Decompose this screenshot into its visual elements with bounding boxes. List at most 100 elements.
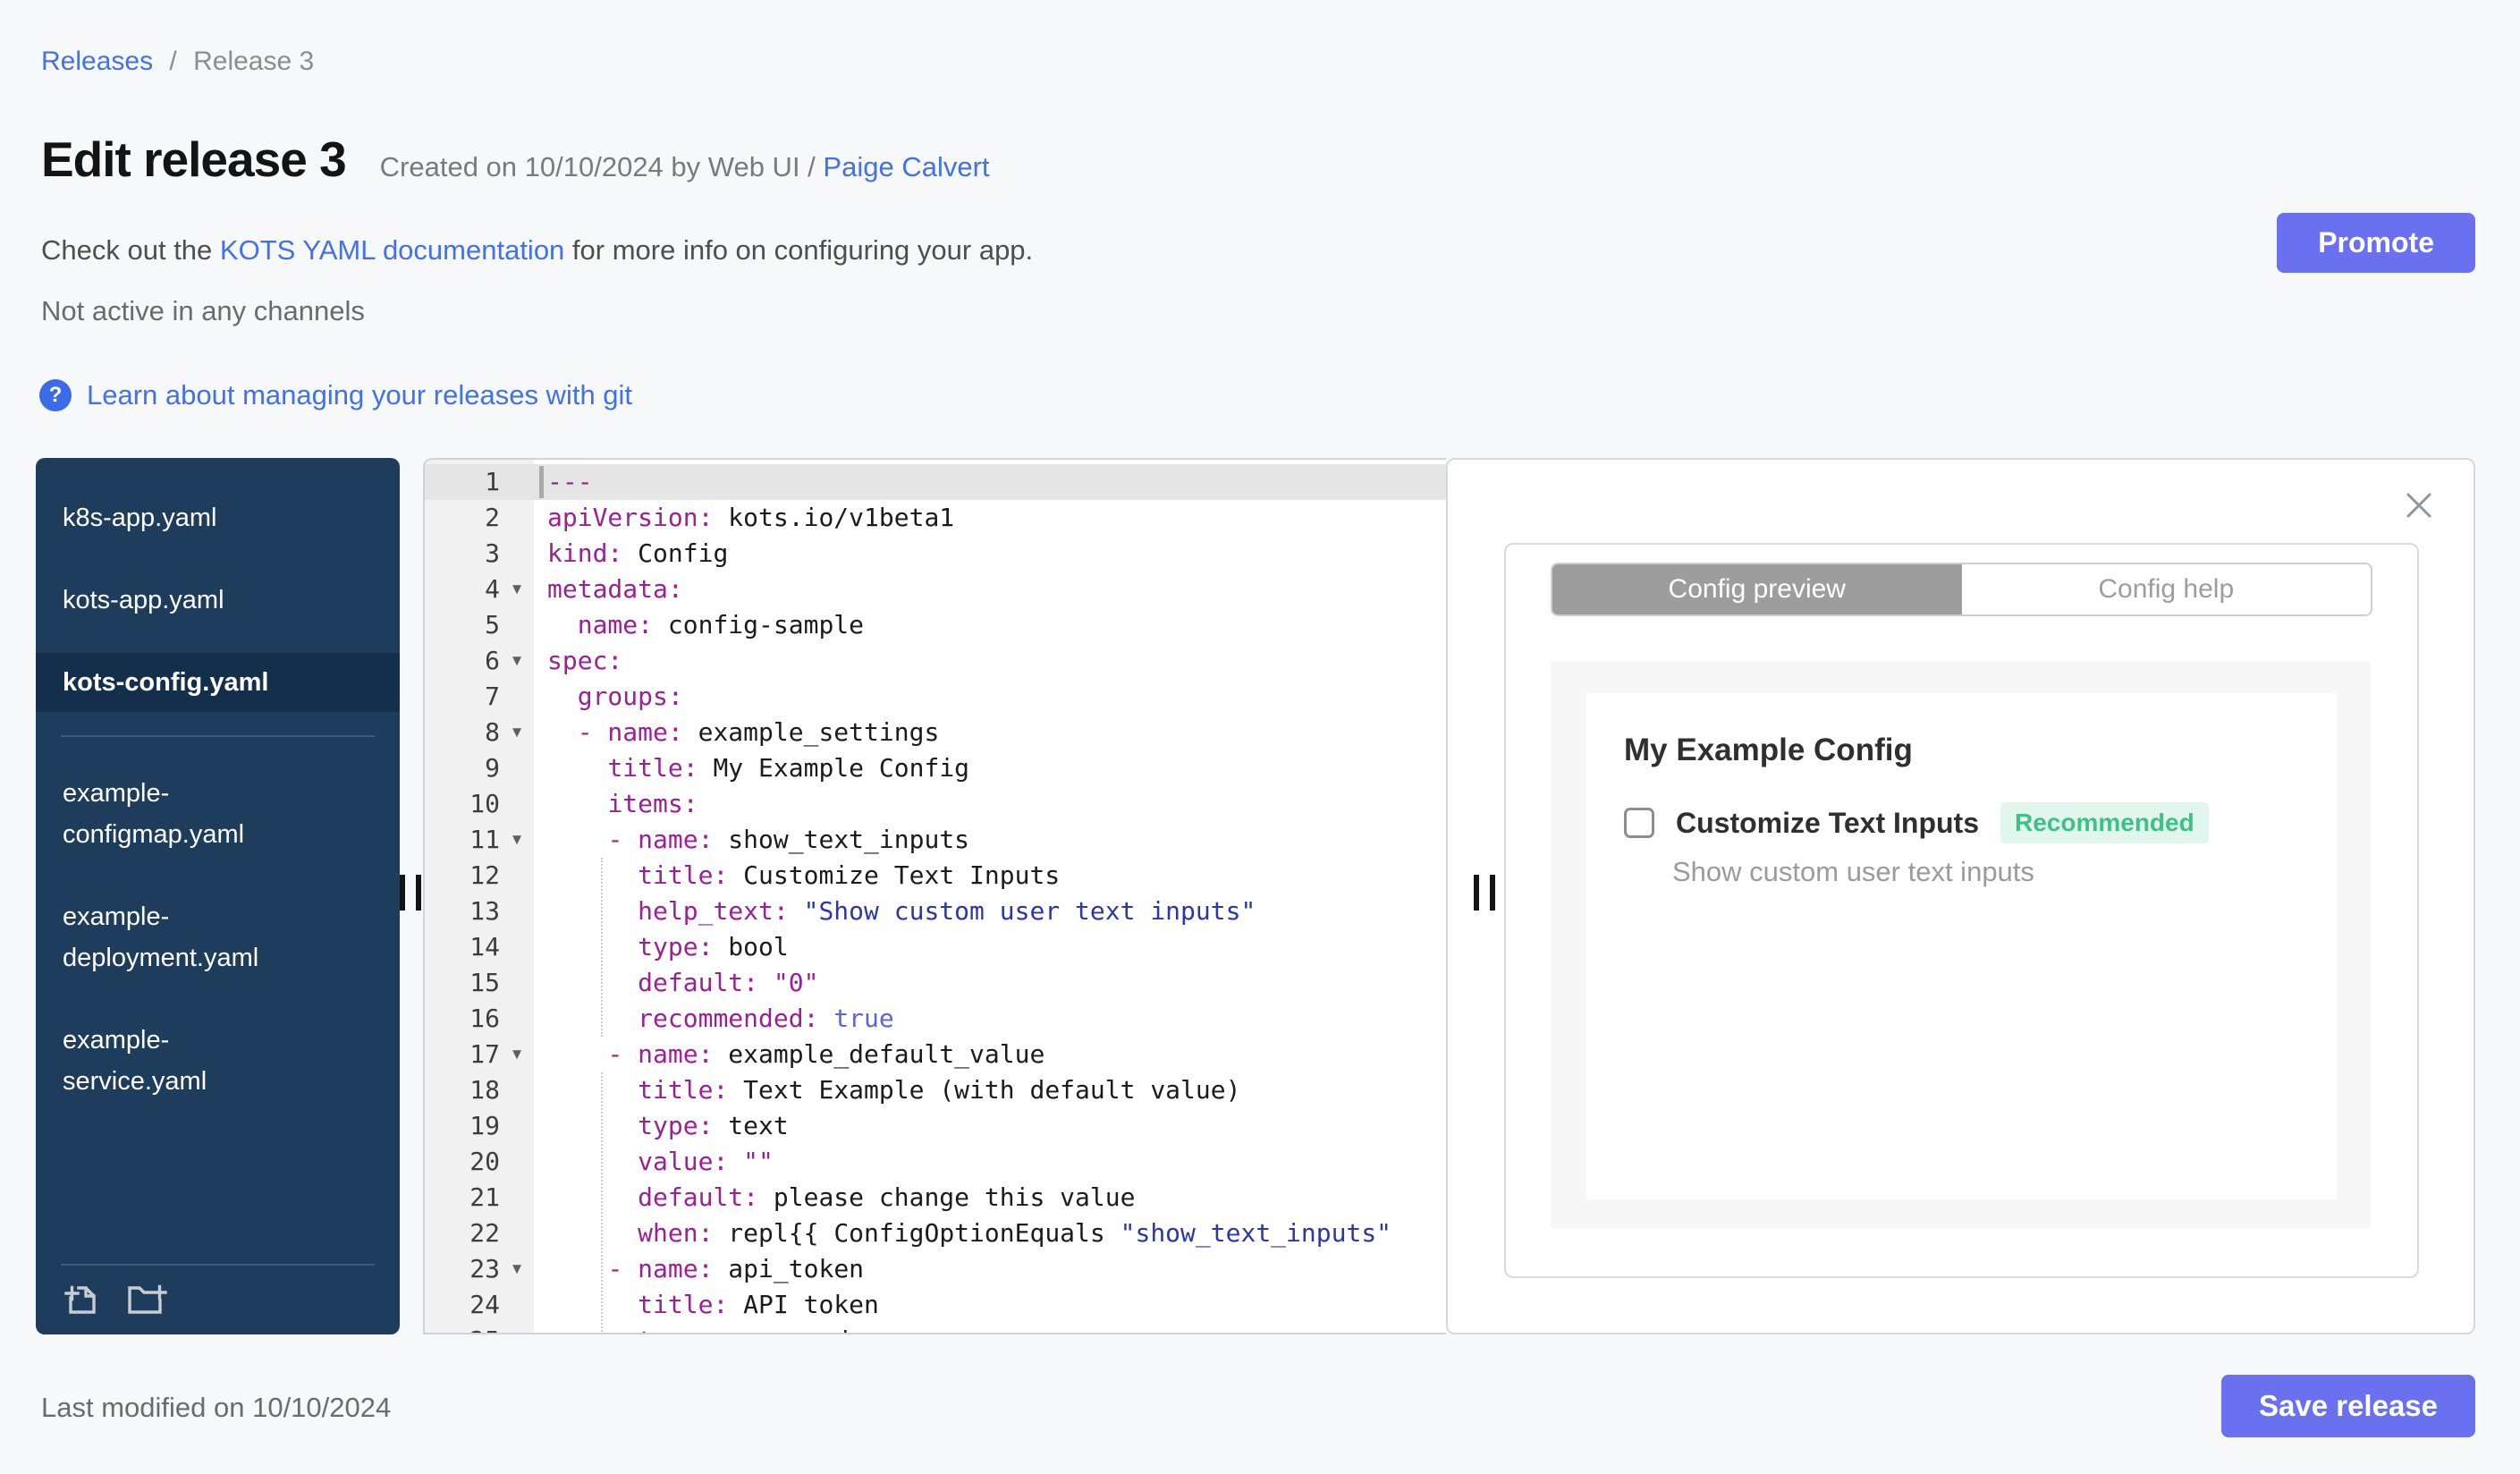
file-tree: k8s-app.yaml kots-app.yaml kots-config.yam… (36, 458, 400, 1334)
gutter-cell: 25 (425, 1323, 534, 1333)
tab-config-preview[interactable]: Config preview (1552, 564, 1962, 614)
gutter-cell: 22 (425, 1216, 534, 1251)
gutter-cell: 3 (425, 536, 534, 572)
customize-text-inputs-checkbox[interactable] (1624, 808, 1654, 838)
code-text: type: password (534, 1323, 1446, 1333)
code-line-23: 23 ▼ - name: api_token (425, 1251, 1446, 1287)
code-text: - name: show_text_inputs (607, 825, 970, 854)
code-line-6: 6 ▼ spec: (425, 643, 1446, 679)
fold-arrow-icon[interactable]: ▼ (500, 643, 534, 679)
config-group-title: My Example Config (1624, 733, 1913, 767)
code-line-3: 3 kind: Config (425, 536, 1446, 572)
indent-guide (601, 858, 603, 1037)
code-text: title: Text Example (with default value) (638, 1075, 1241, 1105)
gutter-cell: 7 (425, 679, 534, 715)
doc-hint-suffix: for more info on configuring your app. (564, 234, 1034, 266)
code-line-11: 11 ▼ - name: show_text_inputs (425, 822, 1446, 858)
tab-config-help[interactable]: Config help (1961, 564, 2371, 614)
code-line-19: 19 type: text (425, 1108, 1446, 1144)
kots-docs-link[interactable]: KOTS YAML documentation (220, 234, 564, 266)
breadcrumb-link-releases[interactable]: Releases (41, 47, 153, 76)
code-text: - name: api_token (607, 1254, 865, 1283)
file-label: kots-app.yaml (63, 586, 224, 614)
resize-handle-right[interactable] (1474, 875, 1495, 911)
line-number: 12 (469, 860, 500, 890)
config-item-label: Customize Text Inputs (1676, 806, 1979, 839)
save-release-button[interactable]: Save release (2220, 1375, 2475, 1437)
file-item-kots-app.yaml[interactable]: kots-app.yaml (36, 571, 400, 630)
code-line-12: 12 title: Customize Text Inputs (425, 858, 1446, 894)
fold-arrow-icon[interactable]: ▼ (500, 822, 534, 858)
file-list: k8s-app.yaml kots-app.yaml kots-config.yam… (36, 458, 400, 1111)
config-item-row: Customize Text Inputs Recommended (1624, 802, 2209, 843)
workspace: k8s-app.yaml kots-app.yaml kots-config.yam… (36, 458, 2475, 1334)
gutter-cell: 18 (425, 1072, 534, 1108)
code-text: metadata: (547, 574, 683, 604)
code-line-5: 5 name: config-sample (425, 607, 1446, 643)
code-text: default: "0" (638, 968, 819, 997)
code-line-13: 13 help_text: "Show custom user text inp… (425, 894, 1446, 929)
line-number: 17 (469, 1039, 500, 1069)
file-item-example-deployment.yaml[interactable]: example-deployment.yaml (36, 887, 400, 987)
code-line-4: 4 ▼ metadata: (425, 572, 1446, 607)
line-number: 24 (469, 1290, 500, 1319)
gutter-cell: 6 ▼ (425, 643, 534, 679)
add-file-button[interactable] (61, 1278, 104, 1324)
add-folder-button[interactable] (123, 1278, 170, 1324)
code-line-1: 1 --- (425, 464, 1446, 500)
git-help-link[interactable]: Learn about managing your releases with … (87, 379, 632, 411)
code-line-9: 9 title: My Example Config (425, 750, 1446, 786)
file-item-example-service.yaml[interactable]: example-service.yaml (36, 1011, 400, 1111)
code-text: value: "" (638, 1147, 774, 1176)
gutter-cell: 10 (425, 786, 534, 822)
indent-guide (601, 1072, 603, 1333)
gutter-cell: 21 (425, 1180, 534, 1216)
title-row: Edit release 3 Created on 10/10/2024 by … (41, 131, 990, 188)
gutter-cell: 12 (425, 858, 534, 894)
line-number: 7 (485, 682, 500, 711)
resize-handle-left[interactable] (400, 875, 421, 911)
line-number: 23 (469, 1254, 500, 1283)
gutter-cell: 9 (425, 750, 534, 786)
gutter-cell: 14 (425, 929, 534, 965)
author-link[interactable]: Paige Calvert (823, 151, 989, 182)
file-item-k8s-app.yaml[interactable]: k8s-app.yaml (36, 488, 400, 547)
file-label: example-deployment.yaml (63, 902, 259, 972)
line-number: 9 (485, 753, 500, 783)
line-number: 25 (425, 1323, 500, 1333)
file-item-example-configmap.yaml[interactable]: example-configmap.yaml (36, 764, 400, 864)
line-number: 3 (485, 538, 500, 568)
yaml-editor[interactable]: 1 --- 2 apiVersion: kots.io/v1beta1 3 kind: C… (423, 458, 1446, 1334)
code-text: title: API token (638, 1290, 879, 1319)
fold-arrow-icon[interactable]: ▼ (500, 1037, 534, 1072)
file-label: example-service.yaml (63, 1026, 207, 1096)
code-text: recommended: true (638, 1004, 894, 1033)
gutter-cell: 4 ▼ (425, 572, 534, 607)
recommended-badge: Recommended (2000, 802, 2209, 843)
promote-button[interactable]: Promote (2277, 213, 2475, 273)
code-text: title: Customize Text Inputs (638, 860, 1061, 890)
code-text: type: bool (638, 932, 789, 961)
fold-arrow-icon[interactable]: ▼ (500, 572, 534, 607)
close-icon[interactable] (2404, 490, 2434, 523)
code-text: title: My Example Config (607, 753, 970, 783)
file-item-kots-config.yaml[interactable]: kots-config.yaml (36, 653, 400, 712)
file-label: kots-config.yaml (63, 668, 269, 697)
file-label: example-configmap.yaml (63, 779, 245, 849)
fold-arrow-icon[interactable]: ▼ (500, 1251, 534, 1287)
fold-arrow-icon[interactable]: ▼ (500, 715, 534, 750)
git-help-row[interactable]: ? Learn about managing your releases wit… (39, 379, 632, 411)
code-line-16: 16 recommended: true (425, 1001, 1446, 1037)
code-line-22: 22 when: repl{{ ConfigOptionEquals "show… (425, 1216, 1446, 1251)
